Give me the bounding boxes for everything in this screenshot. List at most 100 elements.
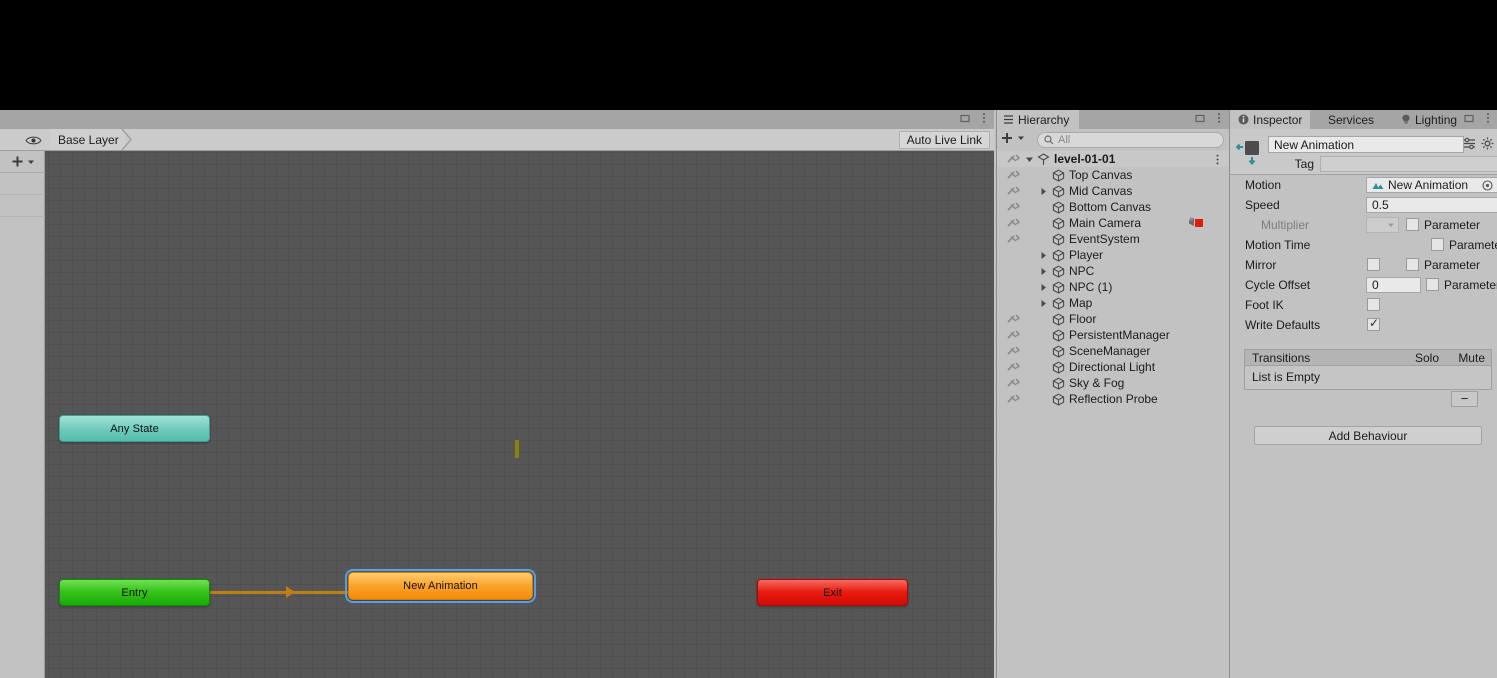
plus-icon (1002, 133, 1012, 143)
multiplier-parameter-checkbox[interactable] (1406, 218, 1419, 231)
gameobject-icon (1052, 361, 1065, 374)
inspector-window: Inspector Services Lighting New Animatio… (1229, 110, 1497, 678)
object-name-input[interactable]: New Animation (1268, 136, 1464, 153)
cycle-offset-parameter-checkbox[interactable] (1426, 278, 1439, 291)
add-behaviour-button[interactable]: Add Behaviour (1254, 426, 1482, 445)
expand-triangle-icon[interactable] (1024, 153, 1034, 165)
hierarchy-row[interactable]: Player (997, 247, 1229, 263)
motion-value: New Animation (1388, 178, 1469, 192)
kebab-menu-icon[interactable] (978, 112, 990, 124)
hierarchy-row[interactable]: PersistentManager (997, 327, 1229, 343)
motion-object-field[interactable]: New Animation (1366, 177, 1497, 193)
hierarchy-row-scene[interactable]: level-01-01 (997, 151, 1229, 167)
hierarchy-row-label: NPC (1069, 264, 1095, 278)
chevron-down-icon (27, 160, 34, 164)
state-node-label: New Animation (403, 580, 478, 592)
transitions-empty-label: List is Empty (1252, 370, 1321, 384)
state-node-any-state[interactable]: Any State (59, 415, 210, 442)
animator-window: Base Layer Auto Live Link Any State Entr… (0, 110, 994, 678)
kebab-menu-icon[interactable] (1212, 154, 1223, 165)
hierarchy-row[interactable]: Mid Canvas (997, 183, 1229, 199)
bulb-icon (1402, 114, 1410, 124)
target-icon[interactable] (1482, 179, 1493, 191)
gameobject-icon (1052, 217, 1065, 230)
prefab-gutter-icon (1005, 312, 1021, 326)
state-node-entry[interactable]: Entry (59, 579, 210, 606)
layers-rail (0, 151, 45, 678)
auto-live-link-button[interactable]: Auto Live Link (898, 131, 990, 149)
expand-triangle-icon[interactable] (1038, 297, 1048, 309)
hierarchy-row[interactable]: Top Canvas (997, 167, 1229, 183)
motion-time-parameter-checkbox[interactable] (1431, 238, 1444, 251)
create-gameobject-button[interactable] (1000, 131, 1025, 145)
mirror-parameter-checkbox[interactable] (1406, 258, 1419, 271)
maximize-icon[interactable] (959, 112, 971, 124)
hierarchy-row[interactable]: EventSystem (997, 231, 1229, 247)
tab-services[interactable]: Services (1320, 110, 1382, 129)
transitions-list[interactable]: List is Empty (1244, 366, 1492, 390)
write-defaults-checkbox[interactable] (1367, 316, 1380, 331)
multiplier-dropdown[interactable] (1366, 217, 1399, 233)
gear-icon[interactable] (1481, 137, 1494, 150)
gameobject-icon (1052, 185, 1065, 198)
tab-hierarchy[interactable]: Hierarchy (997, 110, 1080, 129)
hierarchy-row-label: Mid Canvas (1069, 184, 1133, 198)
expand-triangle-icon[interactable] (1038, 185, 1048, 197)
prefab-gutter-icon (1005, 232, 1021, 246)
hierarchy-tree[interactable]: level-01-01 Top Canvas Mid Canvas Bottom C… (997, 151, 1229, 678)
info-icon (1238, 114, 1249, 125)
add-behaviour-label: Add Behaviour (1328, 428, 1408, 443)
tab-lighting[interactable]: Lighting (1393, 110, 1465, 129)
tab-inspector[interactable]: Inspector (1230, 110, 1311, 129)
layer-rail-row[interactable] (0, 195, 45, 217)
hierarchy-row[interactable]: Floor (997, 311, 1229, 327)
multiplier-label: Multiplier (1261, 218, 1310, 232)
speed-input[interactable]: 0.5 (1366, 197, 1497, 213)
expand-triangle-icon[interactable] (1038, 249, 1048, 261)
hierarchy-row[interactable]: Directional Light (997, 359, 1229, 375)
tab-inspector-label: Inspector (1253, 112, 1303, 127)
tag-input[interactable] (1320, 156, 1497, 172)
prefab-gutter-icon (1005, 328, 1021, 342)
hierarchy-scene-label: level-01-01 (1054, 152, 1116, 166)
property-row-speed: Speed 0.5 (1230, 195, 1497, 215)
hierarchy-row-label: Reflection Probe (1069, 392, 1158, 406)
hierarchy-row[interactable]: SceneManager (997, 343, 1229, 359)
layer-rail-row[interactable] (0, 173, 45, 195)
hierarchy-icon (1004, 115, 1013, 124)
hierarchy-row[interactable]: Main Camera (997, 215, 1229, 231)
cycle-offset-input[interactable]: 0 (1366, 277, 1421, 293)
foot-ik-label: Foot IK (1245, 298, 1284, 312)
hierarchy-row[interactable]: NPC (997, 263, 1229, 279)
breadcrumb-label: Base Layer (58, 132, 119, 147)
tab-lighting-label: Lighting (1415, 112, 1458, 127)
hierarchy-row[interactable]: Map (997, 295, 1229, 311)
maximize-icon[interactable] (1463, 112, 1475, 124)
foot-ik-checkbox[interactable] (1367, 298, 1380, 311)
remove-transition-button[interactable]: − (1451, 391, 1478, 407)
gameobject-icon (1052, 249, 1065, 262)
animator-graph-canvas[interactable]: Any State Entry New Animation Exit (45, 151, 994, 678)
hierarchy-row[interactable]: Bottom Canvas (997, 199, 1229, 215)
hierarchy-row[interactable]: NPC (1) (997, 279, 1229, 295)
mirror-checkbox[interactable] (1367, 258, 1380, 271)
state-node-new-animation[interactable]: New Animation (345, 569, 536, 603)
hierarchy-row-label: PersistentManager (1069, 328, 1170, 342)
kebab-menu-icon[interactable] (1482, 112, 1494, 124)
expand-triangle-icon[interactable] (1038, 265, 1048, 277)
breadcrumb-base-layer[interactable]: Base Layer (50, 129, 125, 150)
prefab-gutter-icon (1005, 168, 1021, 182)
hierarchy-row[interactable]: Reflection Probe (997, 391, 1229, 407)
hierarchy-search-input[interactable]: All (1037, 132, 1224, 148)
preset-icon[interactable] (1463, 137, 1476, 150)
property-row-motion-time: Motion Time Parameter (1230, 235, 1497, 255)
state-node-exit[interactable]: Exit (757, 579, 908, 606)
hierarchy-row[interactable]: Sky & Fog (997, 375, 1229, 391)
kebab-menu-icon[interactable] (1213, 112, 1225, 124)
maximize-icon[interactable] (1194, 112, 1206, 124)
expand-triangle-icon[interactable] (1038, 281, 1048, 293)
layer-visibility-toggle[interactable] (18, 131, 48, 149)
state-node-label: Exit (823, 586, 842, 599)
add-layer-button[interactable] (0, 151, 45, 173)
mirror-label: Mirror (1245, 258, 1277, 272)
